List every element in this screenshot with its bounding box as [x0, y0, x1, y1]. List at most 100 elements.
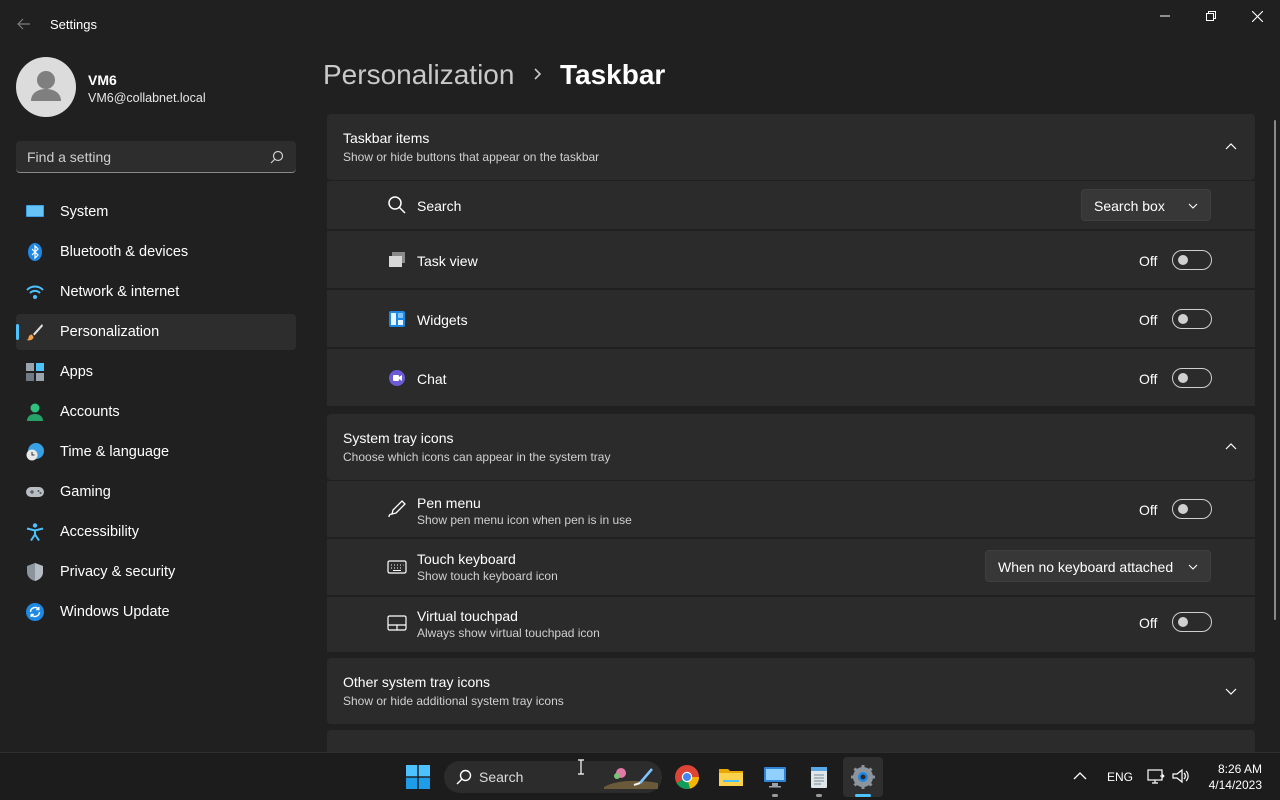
chevron-up-icon — [1225, 143, 1237, 150]
sidebar-item-network[interactable]: Network & internet — [16, 274, 296, 310]
windows-taskbar: Search ENG 8:26 AM 4/14/2023 — [0, 752, 1280, 800]
toggle-state: Off — [1139, 253, 1158, 269]
window-title: Settings — [50, 17, 97, 32]
minimize-icon — [1160, 15, 1170, 17]
chrome-icon[interactable] — [673, 763, 701, 791]
sidebar-item-apps[interactable]: Apps — [16, 354, 296, 390]
row-label: Search — [417, 198, 462, 214]
toggle-state: Off — [1139, 371, 1158, 387]
sidebar-item-label: Personalization — [60, 324, 160, 340]
sidebar-item-accessibility[interactable]: Accessibility — [16, 514, 296, 550]
sidebar-item-accounts[interactable]: Accounts — [16, 394, 296, 430]
breadcrumb-parent[interactable]: Personalization — [323, 59, 514, 91]
volume-icon[interactable] — [1172, 767, 1190, 785]
sidebar-item-time-language[interactable]: Time & language — [16, 434, 296, 470]
chevron-up-icon[interactable] — [1073, 771, 1087, 781]
toggle-state: Off — [1139, 502, 1158, 518]
close-button[interactable] — [1234, 0, 1280, 32]
taskbar-items-header[interactable]: Taskbar items Show or hide buttons that … — [327, 114, 1255, 180]
row-description: Always show virtual touchpad icon — [417, 626, 600, 640]
sidebar-item-bluetooth[interactable]: Bluetooth & devices — [16, 234, 296, 270]
gamepad-icon — [26, 487, 44, 497]
toggle-state: Off — [1139, 312, 1158, 328]
bluetooth-icon — [28, 243, 42, 261]
person-avatar-icon — [31, 71, 61, 101]
language-indicator[interactable]: ENG — [1107, 770, 1133, 784]
text-cursor-icon — [578, 759, 584, 775]
task-view-toggle[interactable] — [1172, 250, 1212, 270]
update-icon — [26, 603, 44, 621]
clock-date[interactable]: 4/14/2023 — [1200, 778, 1262, 792]
scrollbar[interactable] — [1274, 120, 1276, 620]
widgets-toggle[interactable] — [1172, 309, 1212, 329]
clock-time[interactable]: 8:26 AM — [1200, 762, 1262, 776]
taskbar-search[interactable]: Search — [444, 761, 662, 793]
avatar[interactable] — [16, 57, 76, 117]
taskbar-behaviors-header[interactable] — [327, 730, 1255, 752]
section-title: Other system tray icons — [343, 674, 491, 690]
search-input[interactable]: Find a setting — [16, 141, 296, 173]
row-description: Show touch keyboard icon — [417, 569, 558, 583]
network-icon[interactable] — [1147, 767, 1165, 785]
sidebar-item-gaming[interactable]: Gaming — [16, 474, 296, 510]
sidebar-item-label: Accounts — [60, 404, 120, 420]
pen-menu-toggle[interactable] — [1172, 499, 1212, 519]
search-mode-dropdown[interactable]: Search box — [1081, 189, 1211, 221]
section-subtitle: Choose which icons can appear in the sys… — [343, 450, 611, 464]
system-tray-header[interactable]: System tray icons Choose which icons can… — [327, 414, 1255, 480]
sidebar-item-label: Network & internet — [60, 284, 180, 300]
windows-start-icon[interactable] — [406, 765, 430, 789]
search-icon[interactable] — [270, 150, 284, 164]
page-title: Taskbar — [560, 59, 666, 90]
sidebar-item-label: Windows Update — [60, 604, 170, 620]
sidebar-item-label: Apps — [60, 364, 94, 380]
sidebar-item-label: Time & language — [60, 444, 170, 460]
brush-icon — [26, 324, 43, 341]
pen-icon — [388, 500, 406, 518]
sidebar-item-windows-update[interactable]: Windows Update — [16, 594, 296, 630]
sidebar-item-system[interactable]: System — [16, 194, 296, 230]
shield-icon — [27, 563, 43, 581]
sidebar-item-privacy-security[interactable]: Privacy & security — [16, 554, 296, 590]
touch-keyboard-dropdown[interactable]: When no keyboard attached — [985, 550, 1211, 582]
sidebar-nav: System Bluetooth & devices Network & int… — [16, 194, 296, 634]
dropdown-value: Search box — [1094, 198, 1165, 214]
search-icon — [456, 769, 472, 785]
sidebar-item-label: Accessibility — [60, 524, 139, 540]
row-description: Show pen menu icon when pen is in use — [417, 513, 632, 527]
apps-icon — [26, 363, 44, 381]
running-indicator — [816, 794, 822, 797]
setting-row-touch-keyboard: Touch keyboard Show touch keyboard icon … — [327, 539, 1255, 595]
chat-toggle[interactable] — [1172, 368, 1212, 388]
remote-desktop-icon[interactable] — [761, 763, 789, 791]
setting-row-chat: Chat Off — [327, 349, 1255, 406]
touchpad-icon — [387, 615, 407, 631]
sidebar-item-label: Bluetooth & devices — [60, 244, 189, 260]
chat-icon — [389, 370, 405, 386]
section-title: Taskbar items — [343, 130, 430, 146]
notepad-icon[interactable] — [805, 763, 833, 791]
back-arrow-icon[interactable] — [16, 16, 32, 32]
search-placeholder: Find a setting — [27, 149, 112, 165]
virtual-touchpad-toggle[interactable] — [1172, 612, 1212, 632]
chevron-right-icon — [534, 68, 542, 80]
row-label: Virtual touchpad — [417, 608, 518, 624]
widgets-icon — [389, 311, 405, 327]
sidebar-item-label: Gaming — [60, 484, 111, 500]
search-highlight-icon — [604, 768, 658, 789]
restore-button[interactable] — [1188, 0, 1234, 32]
other-tray-icons-header[interactable]: Other system tray icons Show or hide add… — [327, 658, 1255, 724]
file-explorer-icon[interactable] — [717, 763, 745, 791]
keyboard-icon — [387, 560, 407, 574]
settings-icon[interactable] — [849, 763, 877, 791]
user-email: VM6@collabnet.local — [88, 91, 206, 105]
setting-row-task-view: Task view Off — [327, 231, 1255, 288]
minimize-button[interactable] — [1142, 0, 1188, 32]
person-icon — [27, 403, 43, 421]
monitor-icon — [26, 205, 44, 217]
section-title: System tray icons — [343, 430, 454, 446]
section-subtitle: Show or hide buttons that appear on the … — [343, 150, 600, 164]
setting-row-widgets: Widgets Off — [327, 290, 1255, 347]
setting-row-pen-menu: Pen menu Show pen menu icon when pen is … — [327, 481, 1255, 537]
sidebar-item-personalization[interactable]: Personalization — [16, 314, 296, 350]
